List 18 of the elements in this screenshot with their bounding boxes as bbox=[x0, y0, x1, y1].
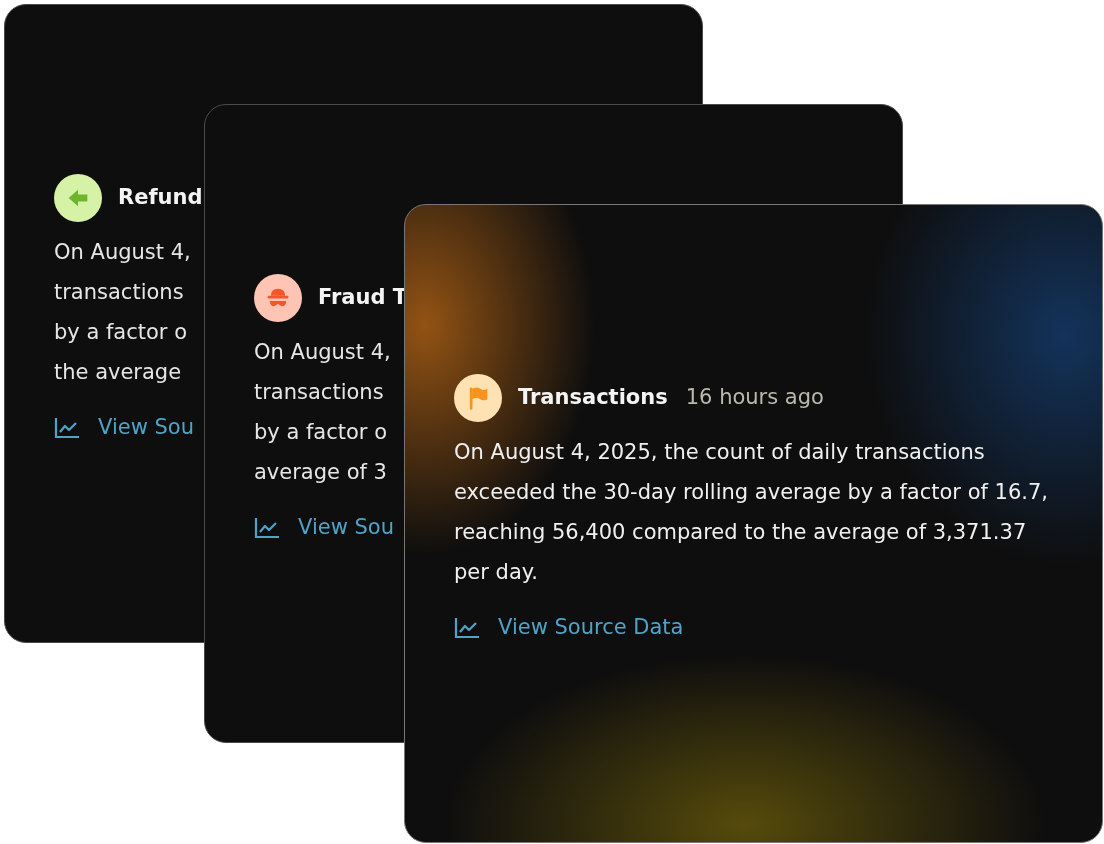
description-line: transactions bbox=[54, 279, 184, 306]
description-line: by a factor o bbox=[54, 319, 188, 346]
line-chart-icon bbox=[254, 516, 280, 539]
description-line: transactions bbox=[254, 379, 384, 406]
description-line: On August 4, bbox=[54, 239, 191, 266]
view-source-link[interactable]: View Sou bbox=[254, 512, 394, 544]
description-line: by a factor o bbox=[254, 419, 388, 446]
description-line: On August 4, bbox=[254, 339, 391, 366]
view-source-link[interactable]: View Sou bbox=[54, 412, 194, 444]
line-chart-icon bbox=[54, 416, 80, 439]
card-title: Refund bbox=[118, 184, 203, 212]
description-line: the average bbox=[54, 359, 182, 386]
timestamp: 16 hours ago bbox=[685, 384, 824, 412]
view-source-link[interactable]: View Source Data bbox=[454, 612, 684, 644]
description-line: average of 3 bbox=[254, 459, 387, 486]
card-title: Transactions bbox=[518, 384, 668, 412]
line-chart-icon bbox=[454, 616, 480, 639]
card-description: On August 4, 2025, the count of daily transactions exceeded the 30-day rolling average by a factor of 16.7, reaching 56,400 compared to the average of 3,371.37 per day. bbox=[454, 439, 1049, 586]
